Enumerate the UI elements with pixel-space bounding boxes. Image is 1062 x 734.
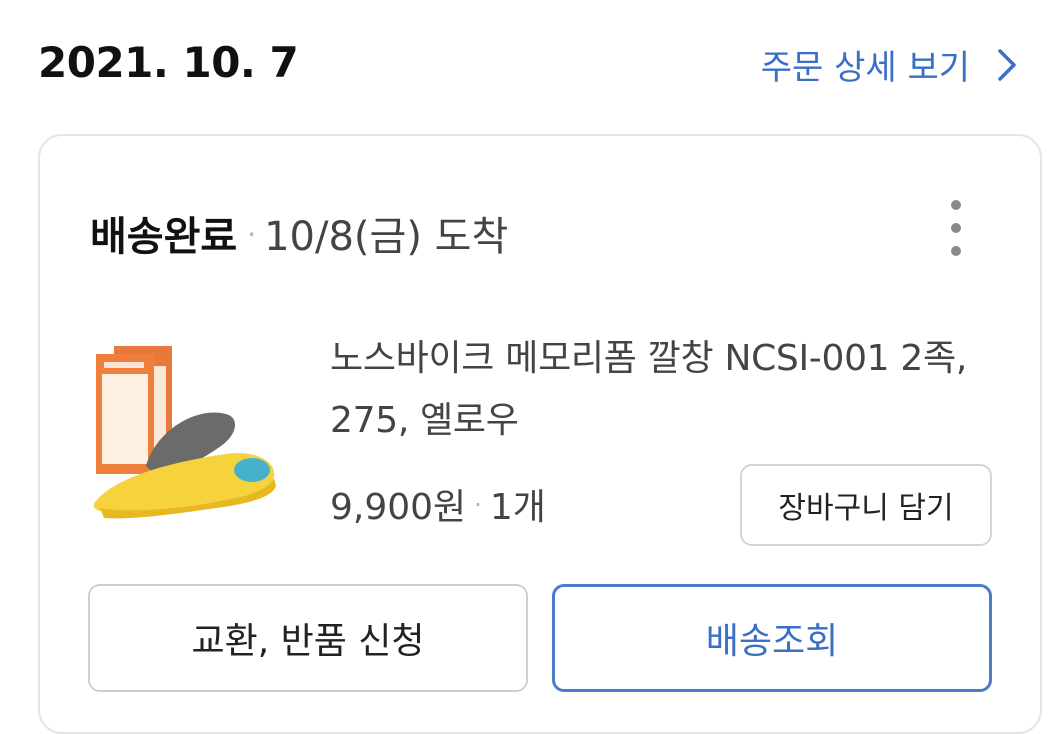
status-separator: · <box>247 218 257 251</box>
track-delivery-button[interactable]: 배송조회 <box>552 584 992 692</box>
arrival-date: 10/8(금) 도착 <box>264 214 509 260</box>
order-card: 배송완료 · 10/8(금) 도착 노스바이크 메모리폼 깔창 NCSI-001… <box>38 134 1042 734</box>
shipment-status: 배송완료 <box>90 214 238 260</box>
chevron-right-icon <box>998 48 1016 81</box>
add-to-cart-button[interactable]: 장바구니 담기 <box>740 464 992 546</box>
product-price: 9,900원 <box>330 487 467 528</box>
price-separator: · <box>474 491 482 519</box>
product-thumbnail[interactable] <box>86 336 286 531</box>
order-detail-label: 주문 상세 보기 <box>760 48 970 88</box>
product-quantity: 1개 <box>489 487 546 528</box>
shipment-status-row: 배송완료 · 10/8(금) 도착 <box>90 204 508 262</box>
order-date: 2021. 10. 7 <box>38 38 299 87</box>
kebab-menu-icon[interactable] <box>944 200 968 256</box>
price-row: 9,900원 · 1개 <box>330 478 546 530</box>
product-name[interactable]: 노스바이크 메모리폼 깔창 NCSI-001 2족, 275, 옐로우 <box>330 328 1010 452</box>
order-detail-link[interactable]: 주문 상세 보기 <box>761 40 1022 89</box>
exchange-return-button[interactable]: 교환, 반품 신청 <box>88 584 528 692</box>
